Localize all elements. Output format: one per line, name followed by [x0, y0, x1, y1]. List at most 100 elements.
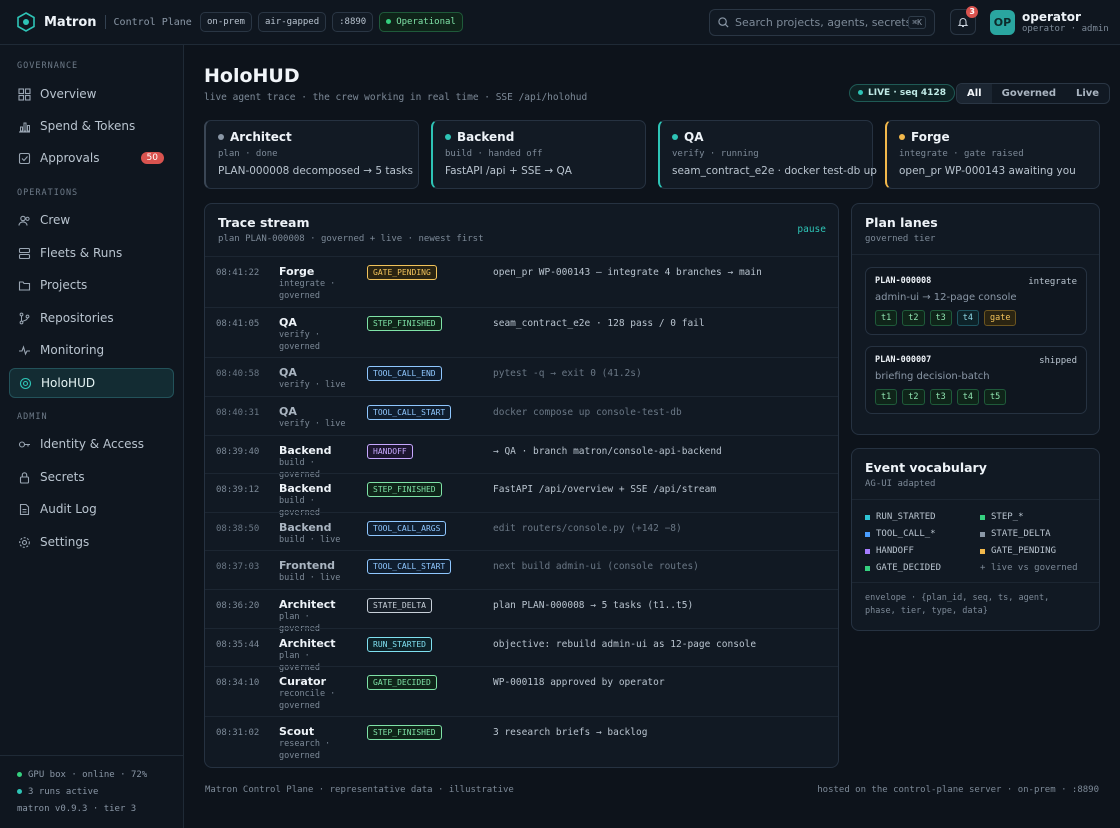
- sidebar-item-label: Approvals: [40, 151, 100, 165]
- sidebar-item-label: HoloHUD: [41, 376, 96, 390]
- plan-task-chip[interactable]: t2: [902, 389, 925, 405]
- trace-row[interactable]: 08:36:20 Architect plan · governed STATE_DE…: [205, 589, 838, 634]
- plan-description: admin-ui → 12-page console: [875, 292, 1017, 303]
- trace-row[interactable]: 08:35:44 Architect plan · governed RUN_STAR…: [205, 628, 838, 673]
- target-icon: [19, 377, 32, 389]
- plan-task-chip[interactable]: t1: [875, 389, 898, 405]
- agent-card-qa[interactable]: QA verify · running seam_contract_e2e · …: [658, 120, 877, 189]
- vocabulary-subtitle: AG-UI adapted: [865, 479, 936, 489]
- trace-agent: Curator: [279, 675, 326, 688]
- trace-agent: QA: [279, 405, 297, 418]
- plan-task-chip[interactable]: t5: [984, 389, 1007, 405]
- user-name: operator: [1022, 10, 1081, 24]
- server-icon: [18, 247, 31, 259]
- plan-task-chip[interactable]: t4: [956, 389, 979, 405]
- plan-task-chip[interactable]: t2: [902, 310, 925, 326]
- env-chip-on-prem: on-prem: [200, 12, 252, 32]
- trace-row[interactable]: 08:34:10 Curator reconcile · governed GATE_…: [205, 666, 838, 716]
- trace-agent: Backend: [279, 482, 332, 495]
- sidebar-item-audit-log[interactable]: Audit Log: [9, 494, 174, 524]
- sidebar-item-repositories[interactable]: Repositories: [9, 303, 174, 333]
- plan-task-chip[interactable]: t3: [929, 389, 952, 405]
- vocabulary-item: HANDOFF: [865, 546, 914, 556]
- trace-phase: research · governed: [279, 739, 331, 761]
- trace-row[interactable]: 08:37:03 Frontend build · live TOOL_CALL_ST…: [205, 550, 838, 589]
- trace-row[interactable]: 08:41:05 QA verify · governed STEP_FINISHED…: [205, 307, 838, 357]
- user-role: operator · admin: [1022, 24, 1109, 34]
- sidebar: GOVERNANCE Overview Spend & Tokens Appro…: [0, 45, 184, 828]
- sidebar-item-monitoring[interactable]: Monitoring: [9, 335, 174, 365]
- brand[interactable]: Matron Control Plane: [0, 12, 200, 32]
- agent-status-dot: [899, 134, 905, 140]
- trace-timestamp: 08:39:40: [216, 447, 260, 457]
- agent-phase: plan · done: [218, 149, 278, 159]
- agent-card-architect[interactable]: Architect plan · done PLAN-000008 decomp…: [204, 120, 419, 189]
- filter-all[interactable]: All: [957, 84, 992, 103]
- sidebar-item-crew[interactable]: Crew: [9, 205, 174, 235]
- trace-row[interactable]: 08:40:31 QA verify · live TOOL_CALL_START do…: [205, 396, 838, 435]
- sidebar-item-approvals[interactable]: Approvals 50: [9, 143, 174, 173]
- bell-icon: [957, 18, 969, 28]
- status-badge: Operational: [379, 12, 463, 32]
- sidebar-item-label: Audit Log: [40, 502, 97, 516]
- search-box[interactable]: ⌘K: [709, 9, 935, 36]
- sidebar-item-fleets[interactable]: Fleets & Runs: [9, 238, 174, 268]
- trace-timestamp: 08:40:58: [216, 369, 260, 379]
- plan-card[interactable]: PLAN-000007 shipped briefing decision-ba…: [865, 346, 1087, 414]
- pause-button[interactable]: pause: [797, 224, 826, 235]
- event-type-badge: STATE_DELTA: [367, 598, 432, 613]
- trace-message: objective: rebuild admin-ui as 12-page c…: [493, 639, 757, 650]
- event-type-badge: GATE_DECIDED: [367, 675, 437, 690]
- vocabulary-label: STEP_*: [991, 512, 1024, 522]
- footer-left: Matron Control Plane · representative da…: [205, 785, 514, 795]
- footer-right: hosted on the control-plane server · on-…: [817, 785, 1099, 795]
- envelope-schema: envelope · {plan_id, seq, ts, agent, pha…: [865, 593, 1050, 616]
- trace-title: Trace stream: [218, 215, 310, 230]
- top-bar: Matron Control Plane on-prem air-gapped …: [0, 0, 1120, 45]
- plan-lanes-panel: Plan lanes governed tier PLAN-000008 int…: [851, 203, 1100, 435]
- plan-task-chip[interactable]: t3: [929, 310, 952, 326]
- user-menu[interactable]: OP operator operator · admin: [990, 10, 1109, 35]
- event-type-badge: TOOL_CALL_END: [367, 366, 442, 381]
- vocabulary-item: RUN_STARTED: [865, 512, 936, 522]
- plan-task-chip[interactable]: t1: [875, 310, 898, 326]
- vocabulary-item: STATE_DELTA: [980, 529, 1051, 539]
- plan-lanes-title: Plan lanes: [865, 215, 938, 230]
- sidebar-item-overview[interactable]: Overview: [9, 79, 174, 109]
- trace-row[interactable]: 08:38:50 Backend build · live TOOL_CALL_ARG…: [205, 512, 838, 550]
- trace-row[interactable]: 08:40:58 QA verify · live TOOL_CALL_END pyte…: [205, 357, 838, 396]
- filter-governed[interactable]: Governed: [992, 84, 1066, 103]
- agent-card-backend[interactable]: Backend build · handed off FastAPI /api …: [431, 120, 646, 189]
- trace-timestamp: 08:37:03: [216, 562, 260, 572]
- sidebar-item-identity[interactable]: Identity & Access: [9, 429, 174, 459]
- trace-phase: verify · governed: [279, 330, 320, 352]
- section-admin: ADMIN: [17, 412, 48, 422]
- search-input[interactable]: [735, 16, 909, 29]
- trace-timestamp: 08:41:22: [216, 268, 260, 278]
- trace-phase: integrate · governed: [279, 279, 336, 301]
- sidebar-item-projects[interactable]: Projects: [9, 270, 174, 300]
- notifications-button[interactable]: 3: [950, 6, 978, 35]
- vocabulary-label: STATE_DELTA: [991, 529, 1051, 539]
- sidebar-item-secrets[interactable]: Secrets: [9, 462, 174, 492]
- plan-task-chip[interactable]: t4: [956, 310, 979, 326]
- trace-row[interactable]: 08:39:40 Backend build · governed HANDOFF → …: [205, 435, 838, 480]
- trace-row[interactable]: 08:39:12 Backend build · governed STEP_FINI…: [205, 473, 838, 518]
- agent-description: seam_contract_e2e · docker test-db up: [672, 165, 877, 177]
- sidebar-item-spend[interactable]: Spend & Tokens: [9, 111, 174, 141]
- legend-swatch: [980, 514, 985, 520]
- filter-live[interactable]: Live: [1066, 84, 1109, 103]
- sidebar-item-settings[interactable]: Settings: [9, 527, 174, 557]
- plan-task-chip[interactable]: gate: [984, 310, 1017, 326]
- plan-tasks: t1 t2 t3 t4 t5: [875, 389, 1077, 405]
- env-chip-air-gapped: air-gapped: [257, 12, 327, 32]
- trace-row[interactable]: 08:41:22 Forge integrate · governed GATE_PE…: [205, 256, 838, 307]
- plan-card[interactable]: PLAN-000008 integrate admin-ui → 12-page…: [865, 267, 1087, 335]
- sidebar-item-holohud[interactable]: HoloHUD: [9, 368, 174, 398]
- sidebar-item-label: Fleets & Runs: [40, 246, 123, 260]
- trace-message: pytest -q → exit 0 (41.2s): [493, 368, 642, 379]
- plan-status: shipped: [1039, 356, 1077, 366]
- trace-row[interactable]: 08:31:02 Scout research · governed STEP_FIN…: [205, 716, 838, 766]
- approvals-count-badge: 50: [140, 152, 164, 164]
- agent-card-forge[interactable]: Forge integrate · gate raised open_pr WP…: [885, 120, 1100, 189]
